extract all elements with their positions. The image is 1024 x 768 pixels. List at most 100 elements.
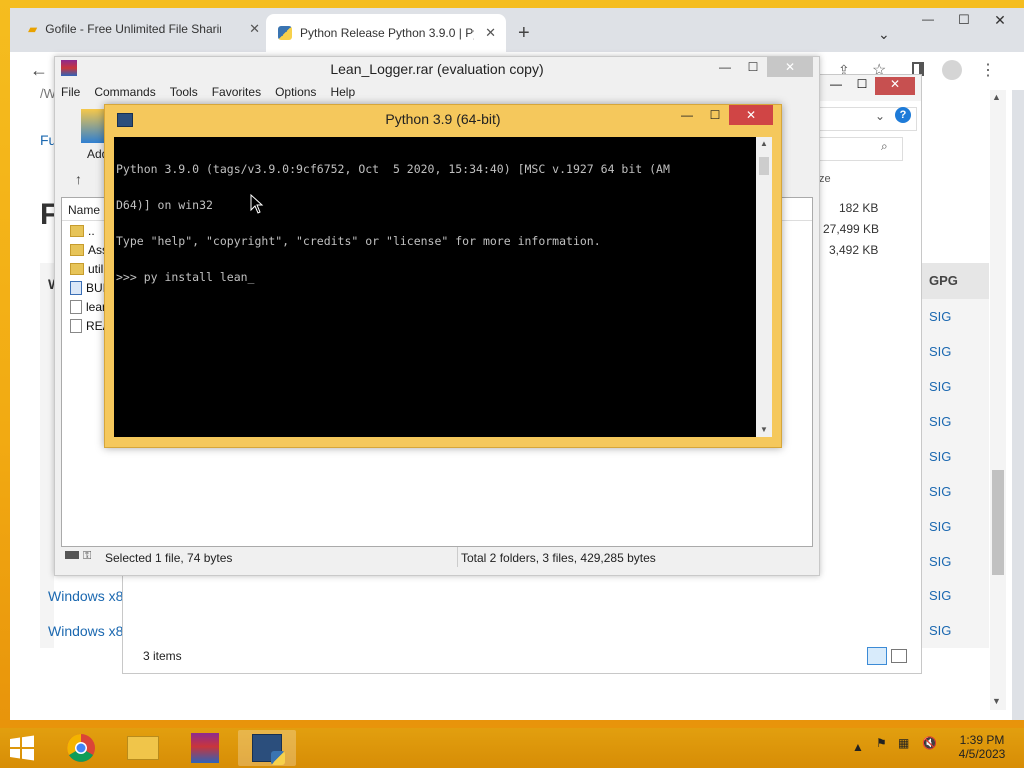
chevron-down-icon[interactable]: ⌄ [875, 109, 885, 123]
windows-link[interactable]: Windows x8 [48, 623, 123, 639]
maximize-button[interactable]: ☐ [849, 77, 875, 95]
tab-search-dropdown-icon[interactable]: ⌄ [878, 26, 890, 43]
search-icon[interactable]: ⌕ [881, 139, 888, 154]
profile-avatar[interactable] [942, 60, 962, 80]
batch-file-icon [70, 281, 82, 295]
sig-link[interactable]: SIG [929, 379, 951, 394]
taskbar-python[interactable] [238, 730, 296, 766]
sig-link[interactable]: SIG [929, 484, 951, 499]
file-size: 182 KB [839, 201, 879, 215]
python-favicon [278, 26, 292, 40]
minimize-button[interactable]: — [823, 77, 849, 95]
list-item[interactable]: lean [70, 300, 109, 314]
items-count: 3 items [143, 649, 182, 663]
taskbar-file-explorer[interactable] [114, 730, 172, 766]
size-column-header[interactable]: ze [819, 173, 831, 185]
folder-icon [70, 244, 84, 256]
minimize-button[interactable]: — [711, 57, 739, 77]
menu-tools[interactable]: Tools [170, 85, 198, 99]
list-item[interactable]: util [70, 262, 103, 276]
sig-link[interactable]: SIG [929, 449, 951, 464]
menu-kebab-icon[interactable]: ⋮ [980, 60, 996, 80]
windows-link-text[interactable]: Windows x8 [48, 623, 123, 639]
gofile-favicon: ▰ [28, 22, 38, 36]
help-icon[interactable]: ? [895, 107, 911, 123]
windows-link-text[interactable]: Windows x8 [48, 588, 123, 604]
tab-title: Python Release Python 3.9.0 | Py [300, 26, 474, 40]
winrar-icon [191, 733, 219, 763]
scrollbar-thumb[interactable] [759, 157, 769, 175]
maximize-button[interactable]: ☐ [739, 57, 767, 77]
windows-link[interactable]: Windows x8 [48, 588, 123, 604]
list-item[interactable]: .. [70, 224, 95, 238]
taskbar-winrar[interactable] [176, 730, 234, 766]
scroll-down-icon[interactable]: ▼ [992, 696, 1001, 706]
python-window-controls: — ☐ ✕ [673, 105, 773, 125]
chrome-icon [67, 734, 95, 762]
sig-link[interactable]: SIG [929, 309, 951, 324]
drive-icon [65, 551, 79, 559]
close-button[interactable]: ✕ [875, 77, 915, 95]
close-button[interactable]: ✕ [767, 57, 813, 77]
file-icon [70, 300, 82, 314]
scroll-up-icon[interactable]: ▲ [760, 139, 768, 148]
menu-file[interactable]: File [61, 85, 80, 99]
python-icon [252, 734, 285, 765]
details-view-icon[interactable] [867, 647, 887, 665]
minimize-button[interactable]: — [910, 12, 946, 29]
action-center-flag-icon[interactable]: ⚑ [876, 736, 887, 750]
sig-link[interactable]: SIG [929, 588, 951, 603]
clock[interactable]: 1:39 PM 4/5/2023 [958, 733, 1006, 761]
file-name: .. [88, 224, 95, 238]
sig-link[interactable]: SIG [929, 344, 951, 359]
explorer-search-box[interactable] [813, 137, 903, 161]
scroll-up-icon[interactable]: ▲ [992, 92, 1001, 102]
sig-link[interactable]: SIG [929, 519, 951, 534]
windows-logo-icon[interactable] [8, 734, 36, 762]
page-scrollbar[interactable] [990, 90, 1006, 710]
close-button[interactable]: ✕ [982, 12, 1018, 29]
menu-commands[interactable]: Commands [94, 85, 155, 99]
menu-options[interactable]: Options [275, 85, 316, 99]
tab-gofile[interactable]: ▰ Gofile - Free Unlimited File Sharin ✕ [28, 12, 260, 46]
sig-link[interactable]: SIG [929, 554, 951, 569]
new-tab-button[interactable]: + [518, 22, 530, 45]
console-scrollbar[interactable]: ▲ ▼ [756, 137, 772, 437]
close-icon[interactable]: ✕ [485, 25, 496, 41]
tab-title: Gofile - Free Unlimited File Sharin [45, 22, 222, 36]
start-button[interactable] [8, 734, 38, 762]
network-icon[interactable]: ▦ [898, 736, 909, 750]
back-button[interactable]: ← [30, 60, 48, 81]
console-output[interactable]: Python 3.9.0 (tags/v3.9.0:9cf6752, Oct 5… [114, 137, 756, 437]
scrollbar-thumb[interactable] [992, 470, 1004, 575]
menu-favorites[interactable]: Favorites [212, 85, 261, 99]
console-prompt-line[interactable]: >>> py install lean_ [116, 271, 754, 283]
tab-python-release[interactable]: Python Release Python 3.9.0 | Py ✕ [266, 14, 506, 52]
menu-help[interactable]: Help [330, 85, 355, 99]
sig-link[interactable]: SIG [929, 414, 951, 429]
show-hidden-icons[interactable]: ▲ [852, 740, 864, 754]
close-button[interactable]: ✕ [729, 105, 773, 125]
status-selected: Selected 1 file, 74 bytes [105, 551, 233, 565]
folder-icon [70, 225, 84, 237]
key-icon: ⚿ [83, 550, 92, 562]
taskbar-chrome[interactable] [52, 730, 110, 766]
minimize-button[interactable]: — [673, 105, 701, 125]
file-size: 27,499 KB [823, 222, 880, 236]
maximize-button[interactable]: ☐ [701, 105, 729, 125]
status-divider [457, 547, 458, 567]
maximize-button[interactable]: ☐ [946, 12, 982, 29]
python-console-window: Python 3.9 (64-bit) — ☐ ✕ Python 3.9.0 (… [104, 104, 782, 448]
winrar-menu-bar: File Commands Tools Favorites Options He… [61, 85, 355, 99]
large-icons-view-icon[interactable] [891, 649, 907, 663]
winrar-title: Lean_Logger.rar (evaluation copy) [330, 61, 544, 77]
clock-time: 1:39 PM [959, 733, 1005, 747]
up-folder-icon[interactable]: ↑ [75, 171, 82, 187]
sig-link[interactable]: SIG [929, 623, 951, 638]
name-column-header[interactable]: Name [68, 203, 100, 217]
file-name: util [88, 262, 104, 276]
console-line: D64)] on win32 [116, 198, 213, 212]
scroll-down-icon[interactable]: ▼ [760, 425, 768, 434]
volume-muted-icon[interactable]: 🔇 [922, 736, 937, 750]
close-icon[interactable]: ✕ [249, 21, 260, 37]
